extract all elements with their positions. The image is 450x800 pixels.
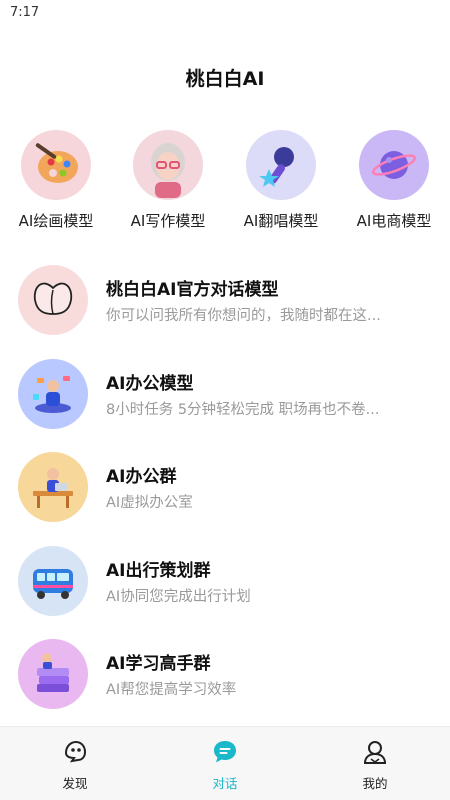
- chat-name: AI学习高手群: [106, 654, 211, 674]
- chat-item-travel-group[interactable]: AI出行策划群 AI协同您完成出行计划: [0, 543, 450, 637]
- chat-name: AI办公群: [106, 467, 177, 487]
- tab-discover-label: 发现: [62, 776, 88, 791]
- tab-chat-label: 对话: [212, 776, 238, 791]
- status-bar: 7:17: [0, 0, 450, 26]
- chat-item-official[interactable]: 桃白白AI官方对话模型 你可以问我所有你想问的，我随时都在这...: [0, 262, 450, 356]
- model-writing-label: AI写作模型: [130, 212, 206, 230]
- discover-icon: [62, 739, 88, 765]
- chat-item-office-group[interactable]: AI办公群 AI虚拟办公室: [0, 449, 450, 543]
- palette-icon: [21, 130, 91, 200]
- chat-description: AI协同您完成出行计划: [106, 588, 251, 605]
- model-painting-label: AI绘画模型: [18, 212, 94, 230]
- chat-description: AI虚拟办公室: [106, 495, 193, 511]
- books-icon: [18, 639, 88, 709]
- model-writing[interactable]: AI写作模型: [112, 130, 224, 231]
- model-ecommerce-label: AI电商模型: [356, 212, 432, 230]
- model-shortcuts: AI绘画模型 AI写作模型 AI翻唱模型 AI电商模型: [0, 130, 450, 240]
- tab-profile[interactable]: 我的: [300, 727, 450, 800]
- chat-name: AI出行策划群: [106, 560, 211, 581]
- model-cover-singing[interactable]: AI翻唱模型: [225, 130, 337, 231]
- peach-icon: [18, 265, 88, 335]
- status-time: 7:17: [10, 5, 40, 20]
- chat-item-office-model[interactable]: AI办公模型 8小时任务 5分钟轻松完成 职场再也不卷...: [0, 356, 450, 450]
- chat-list: 桃白白AI官方对话模型 你可以问我所有你想问的，我随时都在这... AI办公模型…: [0, 262, 450, 730]
- tab-profile-label: 我的: [362, 776, 388, 791]
- chat-item-study-group[interactable]: AI学习高手群 AI帮您提高学习效率: [0, 636, 450, 730]
- page-title: 桃白白AI: [185, 68, 265, 90]
- chat-description: 8小时任务 5分钟轻松完成 职场再也不卷...: [106, 401, 380, 418]
- chat-description: 你可以问我所有你想问的，我随时都在这...: [106, 308, 381, 324]
- microphone-icon: [246, 130, 316, 200]
- office-desk-icon: [18, 452, 88, 522]
- chat-bubble-icon: [212, 739, 238, 765]
- bottom-tab-bar: 发现 对话 我的: [0, 726, 450, 800]
- chat-name: 桃白白AI官方对话模型: [106, 280, 279, 300]
- office-worker-icon: [18, 358, 88, 429]
- model-cover-singing-label: AI翻唱模型: [243, 212, 319, 230]
- chat-name: AI办公模型: [106, 373, 194, 394]
- model-ecommerce[interactable]: AI电商模型: [338, 130, 450, 231]
- chat-description: AI帮您提高学习效率: [106, 682, 237, 698]
- tab-discover[interactable]: 发现: [0, 727, 150, 800]
- model-painting[interactable]: AI绘画模型: [0, 130, 112, 231]
- writer-avatar-icon: [133, 130, 203, 200]
- tab-chat[interactable]: 对话: [150, 727, 300, 800]
- profile-icon: [362, 739, 388, 765]
- bus-icon: [18, 545, 88, 616]
- planet-icon: [359, 130, 429, 200]
